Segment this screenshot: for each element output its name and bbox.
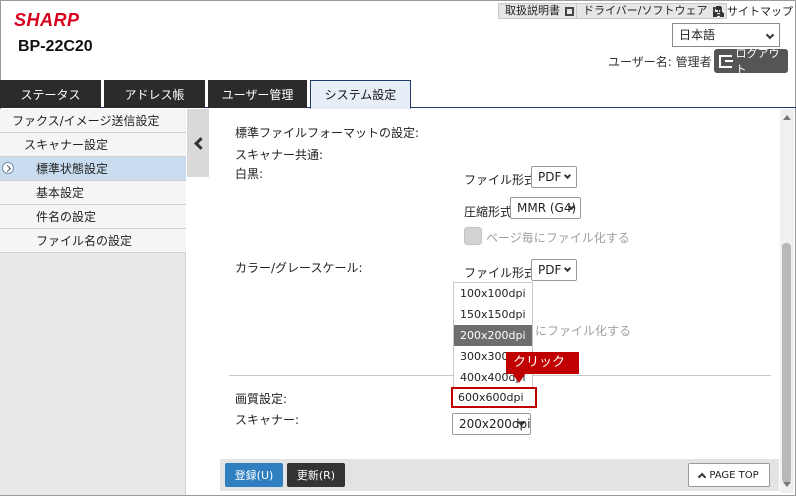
compression-label: 圧縮形式: [464,205,517,219]
sharp-logo: SHARP [14,10,80,30]
sidebar-item-label: ファイル名の設定 [36,234,133,248]
color-file-format-select[interactable]: PDF [531,259,577,281]
sidebar-item-fax-image-send[interactable]: ファクス/イメージ送信設定 [0,109,186,133]
vertical-scrollbar[interactable] [780,109,794,493]
color-label: カラー/グレースケール: [235,261,363,275]
chevron-up-icon [698,472,707,481]
compression-select[interactable]: MMR (G4) [510,197,581,219]
color-file-format-value: PDF [538,263,562,277]
tab-user-management[interactable]: ユーザー管理 [208,80,307,108]
resolution-option-highlighted[interactable]: 200x200dpi [454,325,532,346]
mono-file-format-label: ファイル形式: [464,173,541,187]
page-top-label: PAGE TOP [709,469,759,481]
tab-status[interactable]: ステータス [0,80,101,108]
logout-icon [719,54,733,68]
scrollbar-thumb[interactable] [782,243,791,483]
logout-label: ログアウト [735,47,780,76]
scanner-label: スキャナー: [235,413,300,427]
chevron-left-icon [193,136,207,150]
driver-link-label: ドライバー/ソフトウェア [583,4,708,17]
mono-file-format-select[interactable]: PDF [531,166,577,188]
driver-software-link[interactable]: ドライバー/ソフトウェア [576,3,727,19]
mono-per-page-label: ページ毎にファイル化する [486,231,630,245]
sidebar-item-label: 基本設定 [36,186,85,200]
tab-address-book[interactable]: アドレス帳 [104,80,205,108]
sidebar-item-label: ファクス/イメージ送信設定 [12,114,160,128]
page-top-button[interactable]: PAGE TOP [688,463,770,487]
sidebar-item-filename-settings[interactable]: ファイル名の設定 [0,229,186,253]
quality-label: 画質設定: [235,392,288,406]
sidebar-collapse-button[interactable] [187,109,209,177]
language-select[interactable]: 日本語 [672,23,780,47]
scroll-down-arrow-icon[interactable] [783,482,791,487]
sidebar-item-label: 標準状態設定 [36,162,109,176]
color-file-format-label: ファイル形式: [464,266,541,280]
manual-link[interactable]: 取扱説明書 [498,3,579,19]
resolution-option[interactable]: 100x100dpi [454,283,532,304]
sidebar: ファクス/イメージ送信設定 スキャナー設定 標準状態設定 基本設定 件名の設定 … [0,109,186,495]
scanner-common-label: スキャナー共通: [235,148,324,162]
chevron-down-icon [563,171,572,180]
resolution-option-600[interactable]: 600x600dpi [451,387,537,408]
user-name: ユーザー名: 管理者 [608,55,712,69]
register-button[interactable]: 登録(U) [225,463,283,487]
click-callout: クリック [506,352,579,374]
logout-button[interactable]: ログアウト [714,47,788,76]
sidebar-item-basic-settings[interactable]: 基本設定 [0,181,186,205]
format-heading: 標準ファイルフォーマットの設定: [235,126,420,140]
model-name: BP-22C20 [18,38,93,55]
language-value: 日本語 [679,28,716,42]
scroll-up-arrow-icon[interactable] [783,115,791,120]
sidebar-item-subject-settings[interactable]: 件名の設定 [0,205,186,229]
sidebar-item-label: スキャナー設定 [24,138,109,152]
sidebar-item-label: 件名の設定 [36,210,97,224]
color-per-page-label: にファイル化する [535,324,632,338]
manual-link-label: 取扱説明書 [505,4,560,17]
sitemap-label: サイトマップ [727,5,793,18]
sitemap-icon [713,5,724,17]
sidebar-item-scanner-settings[interactable]: スキャナー設定 [0,133,186,157]
callout-pointer [512,373,526,383]
external-link-icon [565,6,574,16]
update-button[interactable]: 更新(R) [287,463,345,487]
compression-value: MMR (G4) [517,201,577,215]
mono-label: 白黒: [235,167,264,181]
mono-file-format-value: PDF [538,170,562,184]
scanner-resolution-select[interactable]: 200x200dpi [452,413,531,435]
tab-system-settings[interactable]: システム設定 [310,80,411,109]
sidebar-item-default-settings[interactable]: 標準状態設定 [0,157,186,181]
main-tabs: ステータス アドレス帳 ユーザー管理 システム設定 [0,80,796,109]
chevron-right-circle-icon [2,162,14,174]
resolution-option[interactable]: 150x150dpi [454,304,532,325]
chevron-down-icon [563,264,572,273]
sitemap-link[interactable]: サイトマップ [713,3,793,19]
chevron-down-icon [765,30,775,40]
mono-per-page-checkbox[interactable] [464,227,482,245]
